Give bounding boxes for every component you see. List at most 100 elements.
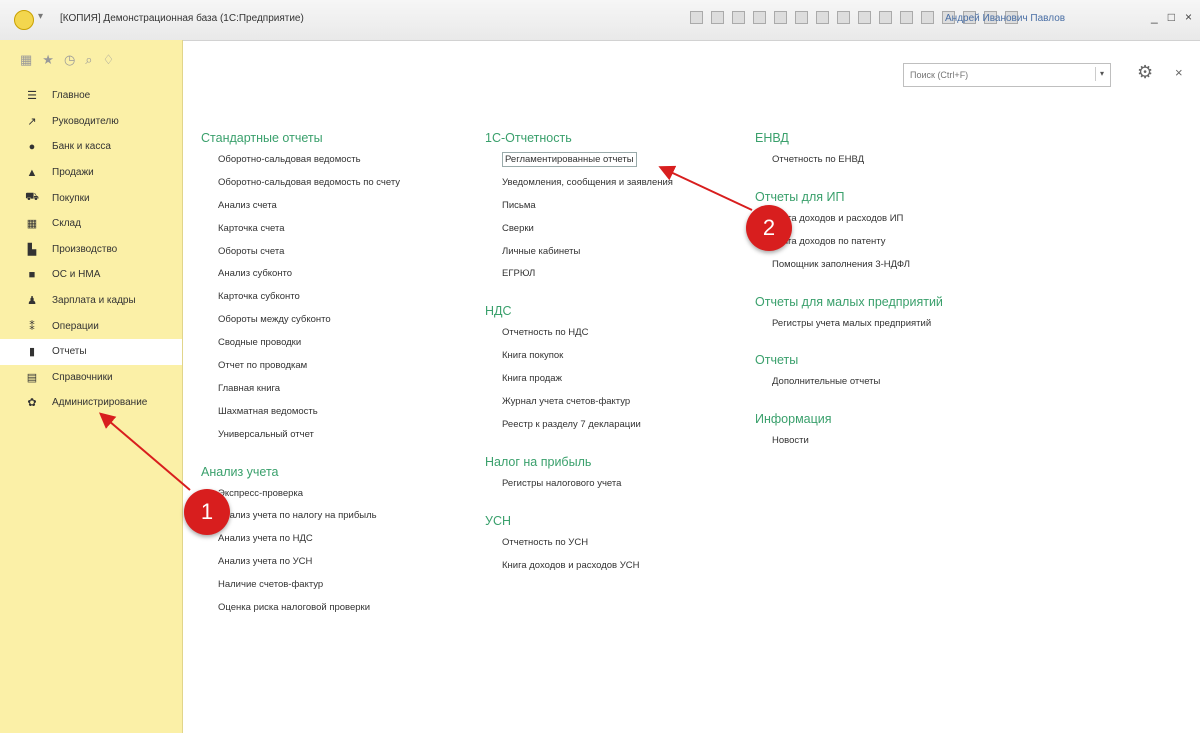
window-controls: _ □ × xyxy=(1151,10,1192,24)
report-link[interactable]: Письма xyxy=(485,195,673,218)
app-logo-icon[interactable] xyxy=(14,10,34,30)
chevron-down-icon[interactable]: ▾ xyxy=(38,11,52,25)
search-dropdown-icon[interactable]: ▾ xyxy=(1095,67,1108,81)
sidebar-item-label: Производство xyxy=(52,243,118,255)
report-link[interactable]: Сводные проводки xyxy=(201,332,400,355)
minimize-icon[interactable]: _ xyxy=(1151,10,1158,24)
report-link[interactable]: Карточка субконто xyxy=(201,286,400,309)
report-link[interactable]: Оценка риска налоговой проверки xyxy=(201,597,400,620)
restore-icon[interactable]: □ xyxy=(1168,10,1175,24)
bar-chart-icon: ▮ xyxy=(28,346,36,359)
close-panel-icon[interactable]: × xyxy=(1175,65,1183,80)
sidebar-item-label: Руководителю xyxy=(52,115,119,127)
report-link[interactable]: Анализ счета xyxy=(201,195,400,218)
current-user[interactable]: Андрей Иванович Павлов xyxy=(945,13,1065,24)
coin-icon: ● xyxy=(28,140,36,153)
sidebar-item-warehouse[interactable]: ▦ Склад xyxy=(0,211,182,237)
report-link[interactable]: Шахматная ведомость xyxy=(201,401,400,424)
report-link[interactable]: Реестр к разделу 7 декларации xyxy=(485,414,673,437)
sidebar-item-sales[interactable]: ▲ Продажи xyxy=(0,160,182,186)
settings-gear-icon[interactable]: ⚙ xyxy=(1137,62,1153,83)
bag-icon: ▲ xyxy=(26,166,38,179)
chart-line-icon: ↗ xyxy=(27,115,37,128)
sidebar-item-main[interactable]: ☰ Главное xyxy=(0,83,182,109)
sidebar-item-label: Банк и касса xyxy=(52,141,111,153)
toolbar-tool-icon[interactable] xyxy=(774,11,787,24)
arrow-to-regulated-reports xyxy=(658,165,753,211)
sidebar-item-directories[interactable]: ▤ Справочники xyxy=(0,365,182,391)
sidebar-item-label: Покупки xyxy=(52,192,90,204)
toolbar-tool-icon[interactable] xyxy=(690,11,703,24)
sidebar-item-operations[interactable]: ⁑ Операции xyxy=(0,313,182,339)
sidebar-item-assets[interactable]: ■ ОС и НМА xyxy=(0,262,182,288)
report-link[interactable]: Новости xyxy=(755,430,943,453)
report-link[interactable]: Уведомления, сообщения и заявления xyxy=(485,172,673,195)
report-link[interactable]: Обороты между субконто xyxy=(201,309,400,332)
report-link[interactable]: Личные кабинеты xyxy=(485,241,673,264)
history-icon[interactable]: ◷ xyxy=(64,52,75,68)
report-link[interactable]: Отчет по проводкам xyxy=(201,355,400,378)
toolbar-tool-icon[interactable] xyxy=(795,11,808,24)
toolbar-tool-icon[interactable] xyxy=(921,11,934,24)
toolbar-tool-icon[interactable] xyxy=(900,11,913,24)
report-link[interactable]: Анализ учета по НДС xyxy=(201,528,400,551)
operations-icon: ⁑ xyxy=(29,320,35,333)
report-link[interactable]: Анализ учета по УСН xyxy=(201,551,400,574)
sidebar-item-reports[interactable]: ▮ Отчеты xyxy=(0,338,182,365)
report-link[interactable]: Книга доходов и расходов УСН xyxy=(485,555,673,578)
star-icon[interactable]: ★ xyxy=(42,52,54,68)
report-link[interactable]: Отчетность по НДС xyxy=(485,322,673,345)
report-link[interactable]: Регистры налогового учета xyxy=(485,473,673,496)
search-icon[interactable]: ⌕ xyxy=(85,52,92,68)
sidebar-item-administration[interactable]: ✿ Администрирование xyxy=(0,390,182,416)
warehouse-icon: ▦ xyxy=(26,218,38,231)
regulated-reports-link[interactable]: Регламентированные отчеты xyxy=(485,149,673,172)
sidebar-item-purchases[interactable]: ⛟ Покупки xyxy=(0,185,182,211)
sidebar-item-label: ОС и НМА xyxy=(52,269,101,281)
report-link[interactable]: Анализ субконто xyxy=(201,263,400,286)
report-link[interactable]: Регистры учета малых предприятий xyxy=(755,313,943,336)
report-link[interactable]: Книга покупок xyxy=(485,345,673,368)
report-link[interactable]: Главная книга xyxy=(201,378,400,401)
sidebar-item-salary[interactable]: ♟ Зарплата и кадры xyxy=(0,288,182,314)
report-link[interactable]: Сверки xyxy=(485,218,673,241)
report-link[interactable]: Обороты счета xyxy=(201,241,400,264)
window-title: [КОПИЯ] Демонстрационная база (1С:Предпр… xyxy=(60,13,304,24)
bell-icon[interactable]: ♢ xyxy=(103,52,115,68)
report-link[interactable]: Анализ учета по налогу на прибыль xyxy=(201,505,400,528)
report-link[interactable]: Наличие счетов-фактур xyxy=(201,574,400,597)
report-link[interactable]: Карточка счета xyxy=(201,218,400,241)
toolbar-tool-icon[interactable] xyxy=(732,11,745,24)
report-link[interactable]: Универсальный отчет xyxy=(201,424,400,447)
step-marker-1: 1 xyxy=(184,489,230,535)
section-title: НДС xyxy=(485,304,512,319)
toolbar-tool-icon[interactable] xyxy=(879,11,892,24)
sidebar-item-manager[interactable]: ↗ Руководителю xyxy=(0,109,182,135)
report-link[interactable]: Оборотно-сальдовая ведомость xyxy=(201,149,400,172)
toolbar-tool-icon[interactable] xyxy=(837,11,850,24)
search-input[interactable] xyxy=(904,64,1098,86)
sidebar-item-production[interactable]: ▙ Производство xyxy=(0,237,182,263)
section-title: Отчеты xyxy=(755,353,799,368)
factory-icon: ▙ xyxy=(27,243,37,256)
report-link[interactable]: Помощник заполнения 3-НДФЛ xyxy=(755,254,943,277)
toolbar-tool-icon[interactable] xyxy=(858,11,871,24)
apps-grid-icon[interactable]: ▦ xyxy=(20,52,32,68)
report-link[interactable]: Книга продаж xyxy=(485,368,673,391)
sidebar-item-bank[interactable]: ● Банк и касса xyxy=(0,134,182,160)
truck-icon: ■ xyxy=(28,268,36,281)
report-link[interactable]: Дополнительные отчеты xyxy=(755,371,943,394)
sidebar: ▦ ★ ◷ ⌕ ♢ ☰ Главное ↗ Руководителю ● Бан… xyxy=(0,40,183,733)
toolbar-tool-icon[interactable] xyxy=(711,11,724,24)
toolbar-tool-icon[interactable] xyxy=(753,11,766,24)
report-link[interactable]: Оборотно-сальдовая ведомость по счету xyxy=(201,172,400,195)
report-link[interactable]: Журнал учета счетов-фактур xyxy=(485,391,673,414)
report-link[interactable]: Отчетность по ЕНВД xyxy=(755,149,943,172)
section-title: 1С-Отчетность xyxy=(485,131,572,145)
close-icon[interactable]: × xyxy=(1185,10,1192,24)
report-link[interactable]: Отчетность по УСН xyxy=(485,532,673,555)
toolbar-tool-icon[interactable] xyxy=(816,11,829,24)
report-link[interactable]: Экспресс-проверка xyxy=(201,483,400,506)
gear-icon: ✿ xyxy=(27,397,37,410)
report-link[interactable]: ЕГРЮЛ xyxy=(485,263,673,286)
